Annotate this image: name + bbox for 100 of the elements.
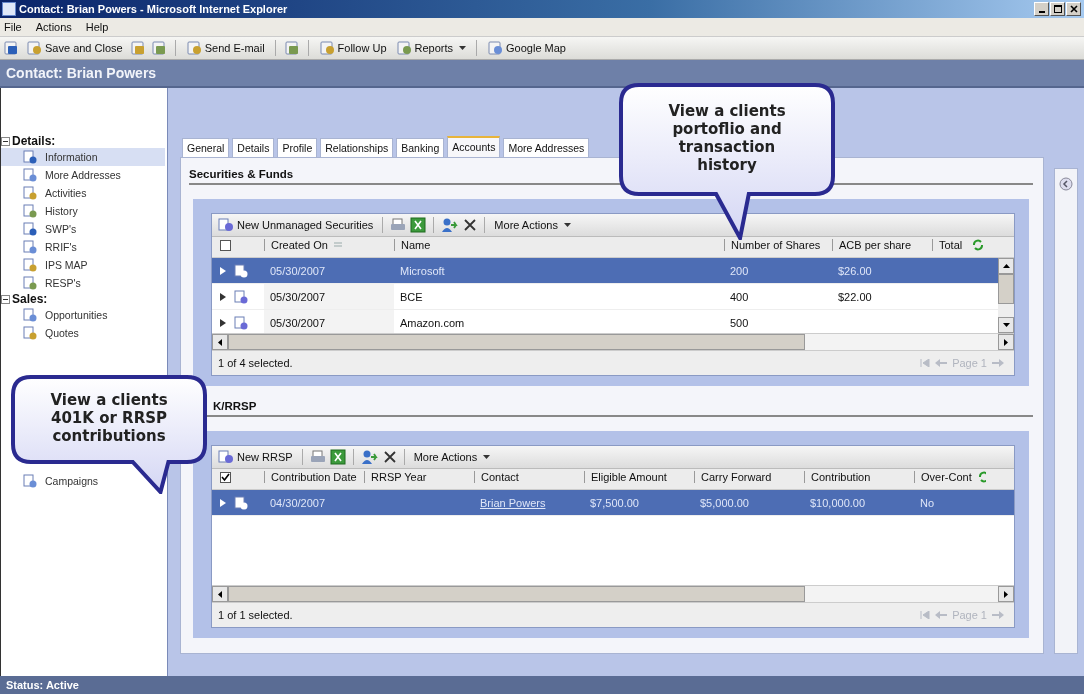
status-text: Status: Active: [6, 679, 79, 691]
minimize-button[interactable]: [1034, 2, 1049, 16]
table-row[interactable]: 05/30/2007 BCE 400 $22.00: [212, 284, 998, 310]
tab[interactable]: Details: [232, 138, 275, 157]
section-heading: Securities & Funds: [189, 168, 294, 180]
table-row[interactable]: 04/30/2007 Brian Powers $7,500.00 $5,000.00 $10,000.00 No: [212, 490, 1014, 516]
more-actions-dropdown[interactable]: More Actions: [492, 218, 573, 232]
scroll-left-icon[interactable]: [218, 590, 222, 598]
column-header[interactable]: Over-Cont: [914, 471, 988, 483]
table-cell-text: Microsoft: [399, 263, 446, 279]
tab[interactable]: Relationships: [320, 138, 394, 157]
selection-count: 1 of 1 selected.: [218, 609, 293, 621]
tab[interactable]: Banking: [396, 138, 445, 157]
column-header[interactable]: Carry Forward: [694, 471, 804, 483]
scroll-right-icon[interactable]: [1004, 590, 1008, 598]
scroll-left-icon[interactable]: [218, 338, 222, 346]
document-icon: [23, 240, 37, 254]
table-row[interactable]: 05/30/2007 Microsoft 200 $26.00: [212, 258, 998, 284]
toolbar-icon[interactable]: [150, 40, 167, 56]
new-button[interactable]: New RRSP: [216, 449, 295, 465]
caret-icon: [459, 46, 467, 50]
column-header[interactable]: ACB per share: [832, 239, 932, 251]
document-icon: [487, 40, 504, 56]
table-cell-text: $26.00: [837, 263, 873, 279]
select-all-checkbox[interactable]: [220, 471, 231, 483]
scroll-up-icon[interactable]: [1002, 264, 1010, 268]
sidebar-item[interactable]: More Addresses: [1, 166, 165, 184]
column-header[interactable]: Contribution: [804, 471, 914, 483]
sidebar-item[interactable]: SWP's: [1, 220, 165, 238]
tab[interactable]: Accounts: [447, 136, 501, 157]
callout-text: View a clients portoflio and transaction history: [667, 101, 787, 176]
spreadsheet-icon[interactable]: [329, 449, 346, 465]
collapse-icon[interactable]: [1059, 177, 1073, 191]
document-icon: [395, 40, 412, 56]
table-cell-text: 400: [729, 289, 750, 305]
toolbar-button[interactable]: Save and Close: [24, 39, 125, 57]
tab[interactable]: More Addresses: [503, 138, 590, 157]
select-all-checkbox[interactable]: [220, 239, 231, 251]
menu-item[interactable]: Help: [85, 21, 109, 33]
tab[interactable]: Profile: [277, 138, 318, 157]
expand-icon[interactable]: [220, 318, 226, 327]
document-icon: [23, 186, 37, 200]
horizontal-scrollbar[interactable]: [212, 585, 1014, 602]
column-header[interactable]: Total: [932, 239, 986, 251]
vertical-scrollbar[interactable]: [998, 258, 1014, 333]
collapse-toggle[interactable]: [1, 136, 10, 146]
contact-link[interactable]: Brian Powers: [480, 496, 546, 509]
menu-item[interactable]: File: [4, 21, 22, 33]
collapse-toggle[interactable]: [1, 294, 10, 304]
close-button[interactable]: [1066, 2, 1081, 16]
sidebar-item[interactable]: Campaigns: [1, 472, 103, 490]
more-actions-dropdown[interactable]: More Actions: [411, 450, 493, 464]
column-header[interactable]: Name: [394, 239, 724, 251]
table-cell-text: $22.00: [837, 289, 873, 305]
table-cell-text: No: [919, 495, 936, 511]
document-icon: [23, 258, 37, 272]
document-icon: [218, 450, 234, 464]
scroll-right-icon[interactable]: [1004, 338, 1008, 346]
tab[interactable]: General: [182, 138, 230, 157]
sidebar-item[interactable]: History: [1, 202, 165, 220]
table-cell: 05/30/2007: [264, 284, 394, 309]
delete-icon[interactable]: [382, 450, 397, 464]
toolbar-button[interactable]: Follow Up: [316, 39, 389, 57]
sidebar-item[interactable]: Information: [1, 148, 165, 166]
sidebar-item[interactable]: Opportunities: [1, 306, 165, 324]
scroll-down-icon[interactable]: [1002, 323, 1010, 327]
sidebar-item[interactable]: Activities: [1, 184, 165, 202]
toolbar-dropdown[interactable]: Reports: [393, 39, 469, 57]
toolbar-icon[interactable]: [3, 40, 19, 56]
document-icon: [218, 218, 234, 232]
delete-icon[interactable]: [463, 218, 478, 232]
horizontal-scrollbar[interactable]: [212, 333, 1014, 350]
document-icon: [234, 263, 248, 278]
document-icon: [23, 474, 37, 488]
table-cell-text: Amazon.com: [399, 315, 466, 331]
toolbar-icon[interactable]: [283, 40, 300, 56]
assign-icon[interactable]: [360, 449, 379, 465]
toolbar-button[interactable]: Google Map: [485, 39, 568, 57]
page-number: Page 1: [952, 357, 987, 369]
refresh-icon[interactable]: [972, 239, 984, 251]
column-header[interactable]: Created On: [264, 239, 394, 251]
sidebar-item[interactable]: IPS MAP: [1, 256, 165, 274]
sidebar-heading: Sales:: [12, 292, 48, 306]
sidebar-item[interactable]: RRIF's: [1, 238, 165, 256]
menu-item[interactable]: Actions: [35, 21, 72, 33]
toolbar-button[interactable]: Send E-mail: [183, 39, 267, 57]
column-header[interactable]: Contribution Date: [264, 471, 364, 483]
maximize-button[interactable]: [1050, 2, 1065, 16]
table-cell-text: 05/30/2007: [269, 263, 327, 279]
spreadsheet-icon[interactable]: [410, 217, 427, 233]
sidebar-item[interactable]: RESP's: [1, 274, 165, 292]
column-header[interactable]: Contact: [474, 471, 584, 483]
new-button[interactable]: New Unmanaged Securities: [216, 217, 376, 233]
sidebar-item[interactable]: Quotes: [1, 324, 165, 342]
column-header[interactable]: Eligible Amount: [584, 471, 694, 483]
assign-icon[interactable]: [441, 217, 460, 233]
page-number: Page 1: [952, 609, 987, 621]
column-header[interactable]: RRSP Year: [364, 471, 474, 483]
expand-icon[interactable]: [220, 292, 226, 301]
refresh-icon[interactable]: [977, 471, 986, 483]
